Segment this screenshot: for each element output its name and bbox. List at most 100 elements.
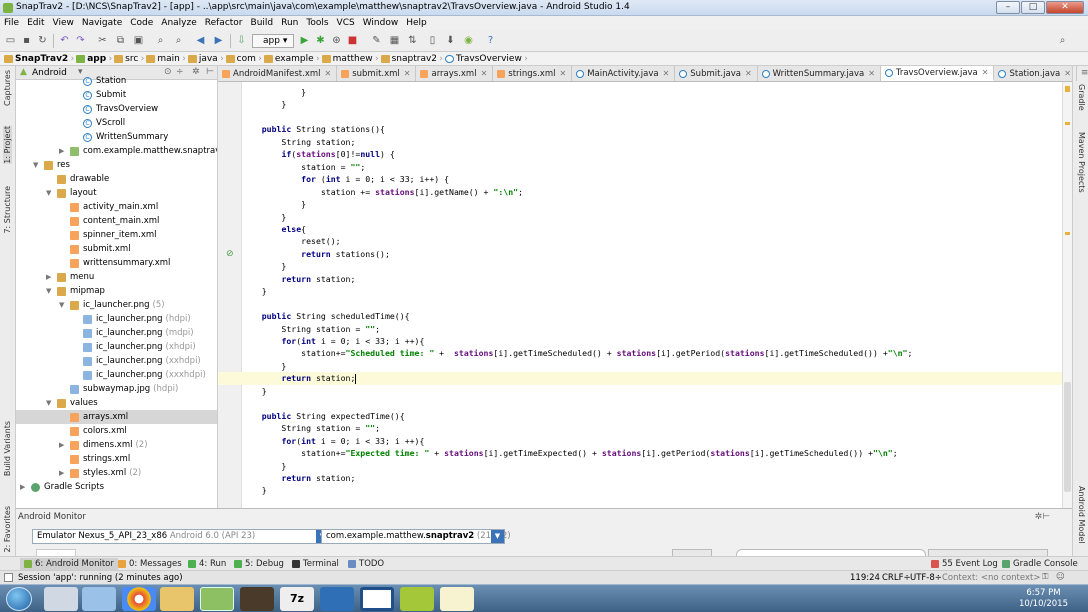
lock-icon[interactable]: ⚿ xyxy=(1042,572,1048,582)
tool-window-button[interactable]: TODO xyxy=(348,558,384,570)
breadcrumb-item[interactable]: main xyxy=(146,54,186,64)
tool-window-button[interactable]: 4: Run xyxy=(188,558,226,570)
breadcrumb-item[interactable]: com xyxy=(225,54,262,64)
menu-item-window[interactable]: Window xyxy=(363,18,399,28)
editor-tab[interactable]: arrays.xml ✕ xyxy=(416,66,494,81)
menu-item-edit[interactable]: Edit xyxy=(27,18,44,28)
tree-item[interactable]: writtensummary.xml xyxy=(59,256,170,270)
powershell-icon[interactable] xyxy=(320,587,354,611)
tool-window-button[interactable]: Gradle Console xyxy=(1002,558,1078,570)
close-button[interactable]: ✕ xyxy=(1046,1,1084,14)
tree-item[interactable]: activity_main.xml xyxy=(59,200,158,214)
editor-tab[interactable]: WrittenSummary.java ✕ xyxy=(758,66,881,81)
breadcrumb-item[interactable]: SnapTrav2 xyxy=(4,54,74,64)
project-tab[interactable]: 1: Project xyxy=(3,126,12,164)
close-icon[interactable]: ✕ xyxy=(868,69,875,78)
tool-window-button[interactable]: 6: Android Monitor xyxy=(20,558,118,570)
help-icon[interactable]: ? xyxy=(484,34,497,47)
collapse-arrow-icon[interactable]: ▶ xyxy=(59,441,67,449)
breadcrumb-item[interactable]: app xyxy=(76,54,112,64)
close-icon[interactable]: ✕ xyxy=(663,69,670,78)
close-icon[interactable]: ✕ xyxy=(325,69,332,78)
close-icon[interactable]: ✕ xyxy=(559,69,566,78)
menu-item-tools[interactable]: Tools xyxy=(306,18,328,28)
tab-menu-icon[interactable]: ≡ xyxy=(1077,66,1088,81)
run-config-select[interactable]: app ▾ xyxy=(252,34,294,48)
menu-item-build[interactable]: Build xyxy=(251,18,274,28)
expand-arrow-icon[interactable]: ▼ xyxy=(46,287,54,295)
tree-item[interactable]: ▶ Gradle Scripts xyxy=(20,480,104,494)
collapse-arrow-icon[interactable]: ▶ xyxy=(20,483,28,491)
project-structure-icon[interactable]: ▦ xyxy=(388,34,401,47)
context-indicator[interactable]: Context: <no context> xyxy=(942,573,1040,583)
tree-item[interactable]: ▼ res xyxy=(33,158,70,172)
tool-window-button[interactable]: 5: Debug xyxy=(234,558,284,570)
paste-icon[interactable]: ▣ xyxy=(132,34,145,47)
editor-tab[interactable]: MainActivity.java ✕ xyxy=(572,66,676,81)
collapse-arrow-icon[interactable]: ▶ xyxy=(59,469,67,477)
build-variants-tab[interactable]: Build Variants xyxy=(3,421,12,476)
close-icon[interactable]: ✕ xyxy=(982,68,989,77)
tree-item[interactable]: ▼ values xyxy=(46,396,98,410)
back-icon[interactable]: ◀ xyxy=(194,34,207,47)
captures-tab[interactable]: Captures xyxy=(3,70,12,106)
settings-icon[interactable]: ✎ xyxy=(370,34,383,47)
expand-arrow-icon[interactable]: ▼ xyxy=(46,399,54,407)
editor-tab[interactable]: Station.java ✕ xyxy=(994,66,1077,81)
file-encoding[interactable]: UTF-8÷ xyxy=(910,573,942,583)
menu-item-refactor[interactable]: Refactor xyxy=(205,18,243,28)
copy-icon[interactable]: ⧉ xyxy=(114,34,127,47)
menu-item-help[interactable]: Help xyxy=(406,18,427,28)
breadcrumb-item[interactable]: snaptrav2 xyxy=(380,54,443,64)
breadcrumb-item[interactable]: src xyxy=(114,54,144,64)
maximize-button[interactable]: □ xyxy=(1021,1,1045,14)
breadcrumb-item[interactable]: TravsOverview xyxy=(445,54,528,64)
menu-item-analyze[interactable]: Analyze xyxy=(161,18,196,28)
sync-icon[interactable]: ⊙ xyxy=(164,67,172,77)
tool-windows-toggle-icon[interactable] xyxy=(4,573,13,582)
scroll-thumb[interactable] xyxy=(1064,382,1071,492)
editor-tab[interactable]: submit.xml ✕ xyxy=(337,66,417,81)
expand-arrow-icon[interactable]: ▼ xyxy=(33,161,41,169)
close-icon[interactable]: ✕ xyxy=(481,69,488,78)
cut-icon[interactable]: ✂ xyxy=(96,34,109,47)
maven-projects-tab[interactable]: Maven Projects xyxy=(1077,132,1086,193)
editor-scrollbar[interactable] xyxy=(1062,82,1072,508)
project-view-select[interactable]: Android xyxy=(32,68,67,78)
tree-item[interactable]: drawable xyxy=(46,172,109,186)
collapse-arrow-icon[interactable]: ▶ xyxy=(59,147,67,155)
open-folder-icon[interactable]: ▭ xyxy=(4,34,17,47)
cursor-position[interactable]: 119:24 xyxy=(850,573,880,583)
chrome-icon[interactable] xyxy=(122,587,156,611)
make-project-icon[interactable]: ⇩ xyxy=(235,34,248,47)
tree-item[interactable]: ▶ dimens.xml (2) xyxy=(59,438,148,452)
menu-item-code[interactable]: Code xyxy=(130,18,153,28)
system-clock[interactable]: 6:57 PM 10/10/2015 xyxy=(1019,588,1068,610)
attach-debugger-icon[interactable]: ⊛ xyxy=(330,34,343,47)
redo-icon[interactable]: ↷ xyxy=(74,34,87,47)
device-select[interactable]: Emulator Nexus_5_API_23_x86 Android 6.0 … xyxy=(32,529,330,544)
code-area[interactable]: } } public String stations(){ String sta… xyxy=(218,82,1062,508)
run-marker-icon[interactable]: ⊘ xyxy=(226,249,234,259)
tree-item[interactable]: C WrittenSummary xyxy=(72,130,168,144)
search-everywhere-icon[interactable]: ⌕ xyxy=(1056,34,1069,47)
tree-item[interactable]: ic_launcher.png (mdpi) xyxy=(72,326,194,340)
editor-tab[interactable]: Submit.java ✕ xyxy=(675,66,758,81)
tree-item[interactable]: ▶com.example.matthew.snaptrav2(andr xyxy=(59,144,217,158)
debug-icon[interactable]: ✱ xyxy=(314,34,327,47)
tree-item[interactable]: ▼ layout xyxy=(46,186,97,200)
menu-item-navigate[interactable]: Navigate xyxy=(82,18,122,28)
warning-marker[interactable] xyxy=(1065,86,1070,92)
inspector-icon[interactable]: ☺ xyxy=(1056,572,1065,582)
close-icon[interactable]: ✕ xyxy=(745,69,752,78)
code-editor[interactable]: ⊘ } } public String stations(){ String s… xyxy=(218,82,1072,508)
editor-tab[interactable]: AndroidManifest.xml ✕ xyxy=(218,66,338,81)
find-icon[interactable]: ⌕ xyxy=(154,34,167,47)
collapse-icon[interactable]: ÷ xyxy=(176,67,184,77)
taskbar-app-icon[interactable] xyxy=(44,587,78,611)
run-icon[interactable]: ▶ xyxy=(298,34,311,47)
close-icon[interactable]: ✕ xyxy=(1064,69,1071,78)
undo-icon[interactable]: ↶ xyxy=(58,34,71,47)
editor-tab[interactable]: strings.xml ✕ xyxy=(493,66,573,81)
breadcrumb-item[interactable]: example xyxy=(263,54,320,64)
